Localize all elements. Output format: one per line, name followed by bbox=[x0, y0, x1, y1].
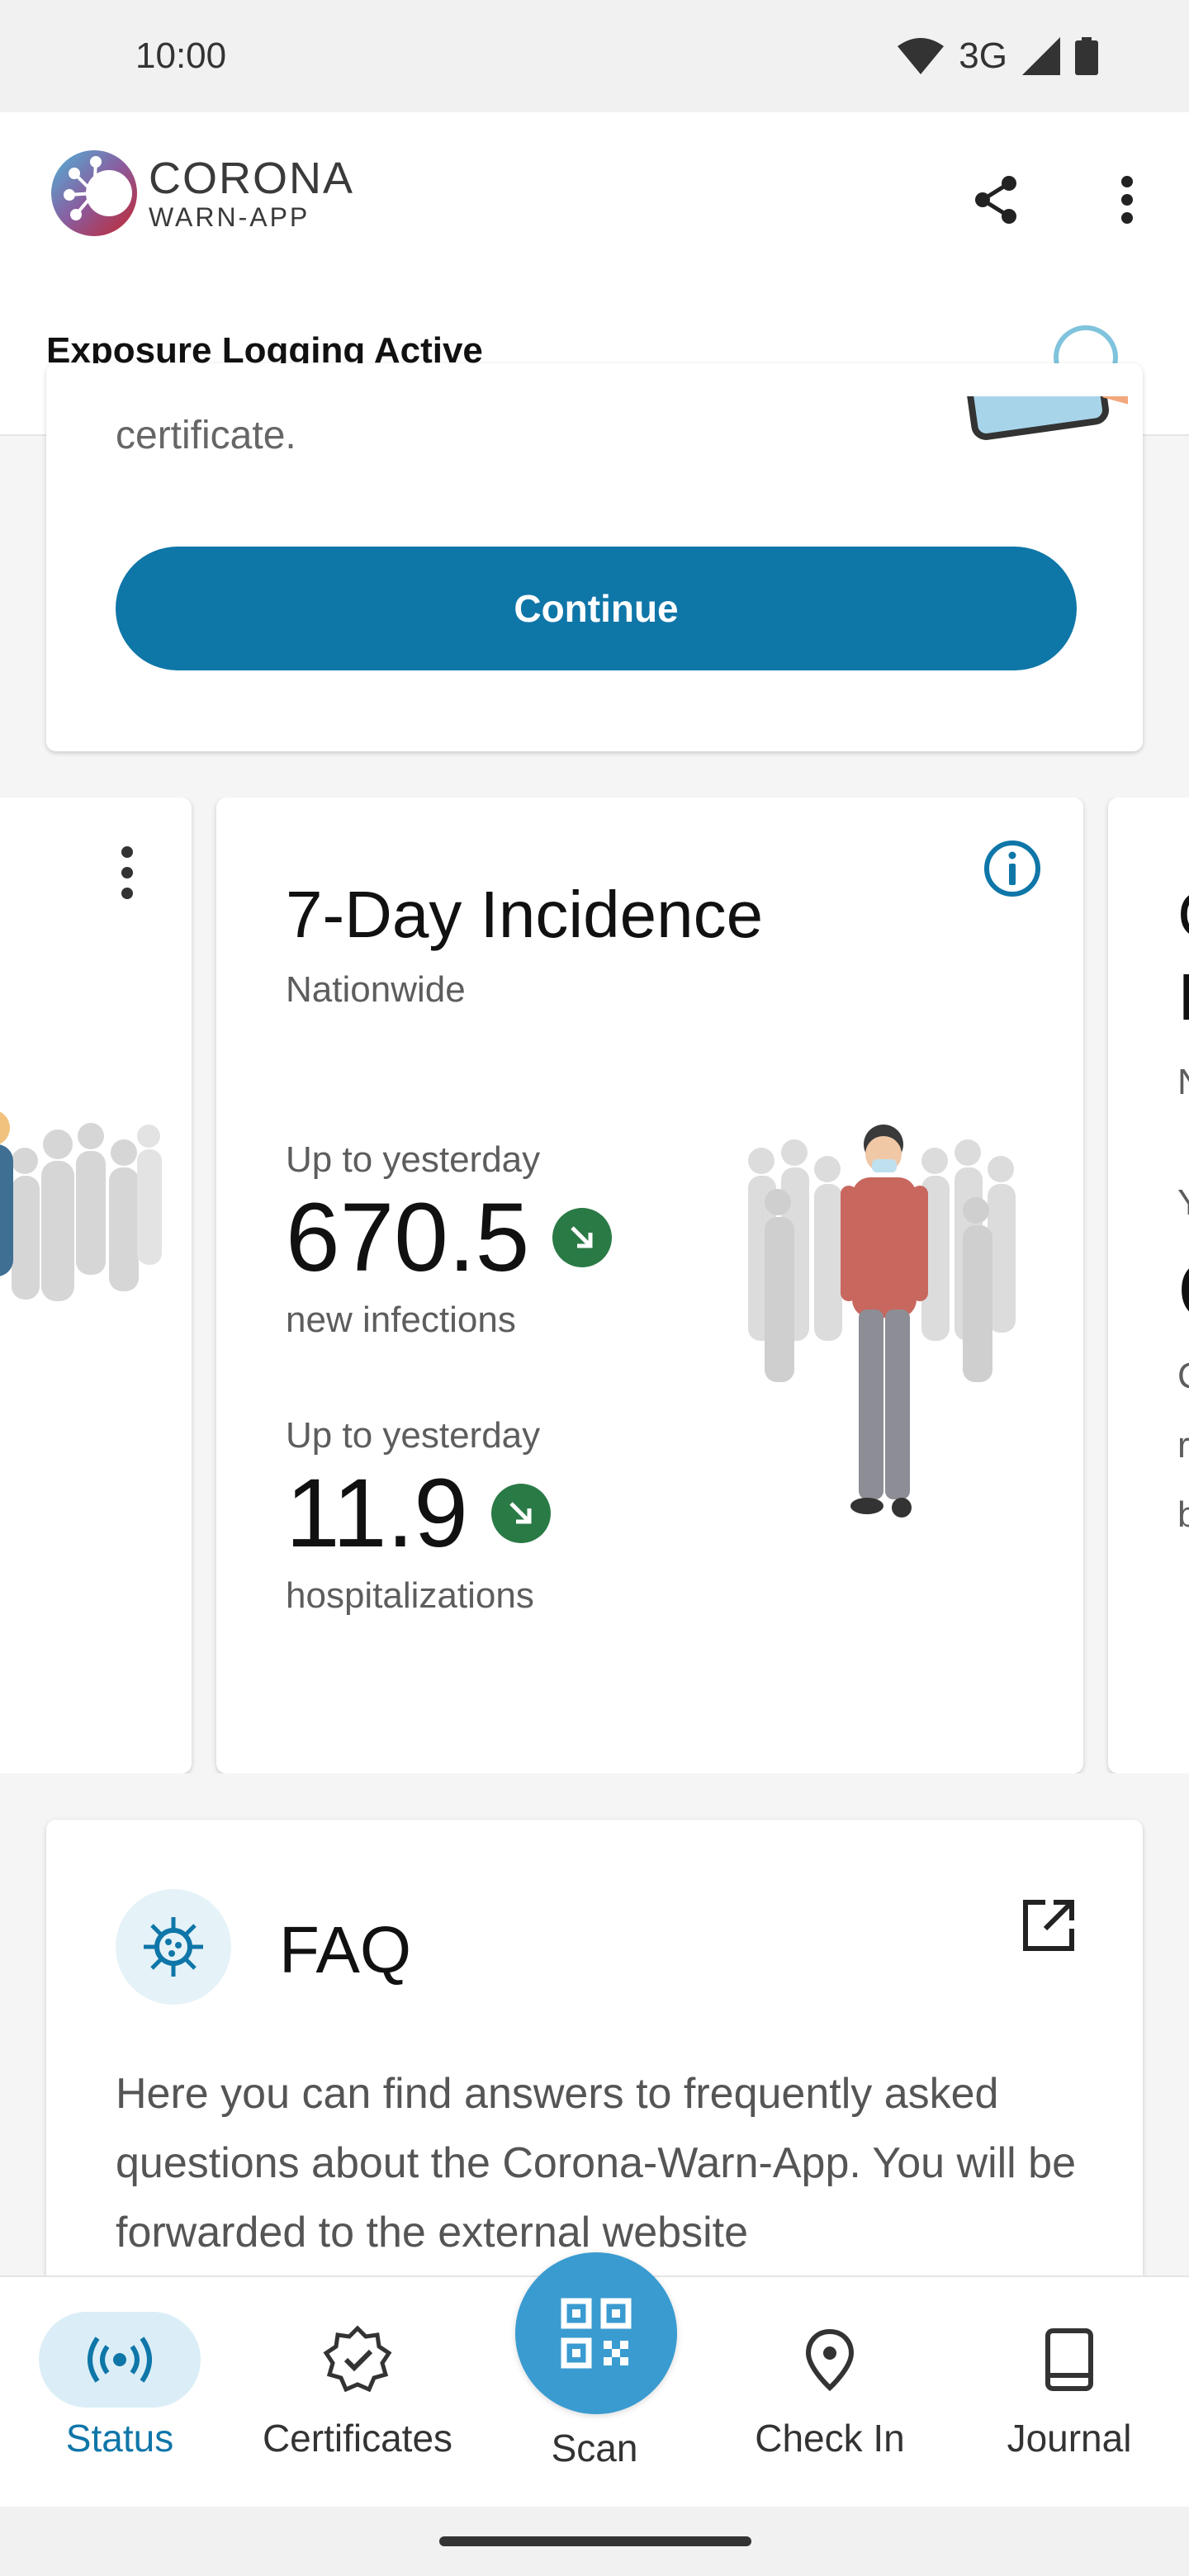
share-icon bbox=[975, 176, 1016, 224]
nav-label: Check In bbox=[755, 2417, 905, 2460]
previous-stat-card[interactable] bbox=[0, 798, 192, 1773]
book-icon bbox=[1043, 2312, 1096, 2408]
nav-check-in[interactable]: Check In bbox=[727, 2277, 933, 2508]
broadcast-icon bbox=[39, 2312, 201, 2408]
nav-label: Scan bbox=[551, 2427, 638, 2469]
location-pin-icon bbox=[805, 2312, 855, 2408]
more-vert-icon bbox=[1121, 176, 1133, 224]
virus-icon bbox=[116, 1889, 231, 2005]
incidence-title: 7-Day Incidence bbox=[286, 878, 764, 951]
card-partial-text: certificate. bbox=[116, 414, 296, 457]
card-fragment: I bbox=[1177, 960, 1189, 1034]
statistics-carousel[interactable]: 7-Day Incidence Nationwide Up to yesterd… bbox=[0, 798, 1189, 1773]
next-stat-card[interactable]: C I N Y C C r b bbox=[1108, 798, 1189, 1773]
card-fragment: N bbox=[1177, 1062, 1189, 1103]
logo-line-2: WARN-APP bbox=[149, 202, 310, 232]
card-fragment: C bbox=[1177, 1243, 1189, 1338]
card-fragment: C bbox=[1177, 877, 1189, 953]
wifi-icon bbox=[898, 38, 945, 74]
corona-logo-icon bbox=[51, 150, 137, 236]
info-icon[interactable] bbox=[983, 839, 1042, 898]
faq-description: Here you can find answers to frequently … bbox=[116, 2070, 1077, 2256]
stat-description: new infections bbox=[286, 1300, 516, 1340]
open-external-icon[interactable] bbox=[1017, 1894, 1080, 1957]
incidence-card[interactable]: 7-Day Incidence Nationwide Up to yesterd… bbox=[216, 798, 1083, 1773]
stat-value: 670.5 bbox=[286, 1183, 530, 1292]
stat-label: Up to yesterday bbox=[286, 1415, 541, 1456]
verified-badge-icon bbox=[323, 2312, 392, 2408]
nav-label: Journal bbox=[1007, 2417, 1132, 2460]
card-fragment: Y bbox=[1177, 1182, 1189, 1224]
people-illustration bbox=[0, 1111, 162, 1301]
card-fragment: C bbox=[1177, 1356, 1189, 1397]
signal-icon bbox=[1022, 37, 1060, 75]
logo-line-1: CORONA bbox=[149, 154, 355, 203]
faq-title: FAQ bbox=[279, 1913, 412, 1986]
card-fragment: r bbox=[1177, 1425, 1189, 1466]
stat-value: 11.9 bbox=[286, 1459, 468, 1568]
nav-label: Certificates bbox=[262, 2417, 453, 2460]
trend-down-icon bbox=[490, 1484, 551, 1543]
stat-label: Up to yesterday bbox=[286, 1139, 541, 1180]
phone-illustration bbox=[963, 396, 1128, 440]
card-fragment: b bbox=[1177, 1494, 1189, 1535]
incidence-subtitle: Nationwide bbox=[286, 969, 466, 1010]
nav-certificates[interactable]: Certificates bbox=[238, 2277, 477, 2508]
trend-down-icon bbox=[552, 1208, 613, 1267]
person-with-mask-illustration bbox=[748, 1125, 1016, 1518]
status-icons: 3G bbox=[898, 36, 1098, 77]
home-gesture-handle[interactable] bbox=[439, 2536, 751, 2546]
new-infections-stat: Up to yesterday 670.5 new infections bbox=[286, 1139, 613, 1341]
nav-label: Status bbox=[65, 2417, 174, 2460]
gesture-navigation-bar bbox=[0, 2507, 1189, 2576]
network-type: 3G bbox=[959, 36, 1007, 76]
share-button[interactable] bbox=[963, 167, 1029, 233]
overflow-menu-button[interactable] bbox=[1098, 167, 1156, 233]
app-logo: CORONA WARN-APP bbox=[46, 140, 354, 248]
stat-description: hospitalizations bbox=[286, 1575, 534, 1616]
nav-status[interactable]: Status bbox=[25, 2277, 215, 2508]
certificate-card: certificate. Continue bbox=[46, 363, 1143, 751]
system-status-bar: 10:00 3G bbox=[0, 0, 1189, 112]
hospitalizations-stat: Up to yesterday 11.9 hospitalizations bbox=[286, 1415, 551, 1617]
continue-button[interactable]: Continue bbox=[116, 547, 1077, 670]
qr-code-icon bbox=[561, 2298, 632, 2369]
scan-button[interactable] bbox=[515, 2252, 677, 2414]
nav-journal[interactable]: Journal bbox=[974, 2277, 1164, 2508]
clock: 10:00 bbox=[135, 36, 227, 76]
battery-icon bbox=[1075, 37, 1098, 75]
more-vert-icon[interactable] bbox=[111, 844, 144, 902]
